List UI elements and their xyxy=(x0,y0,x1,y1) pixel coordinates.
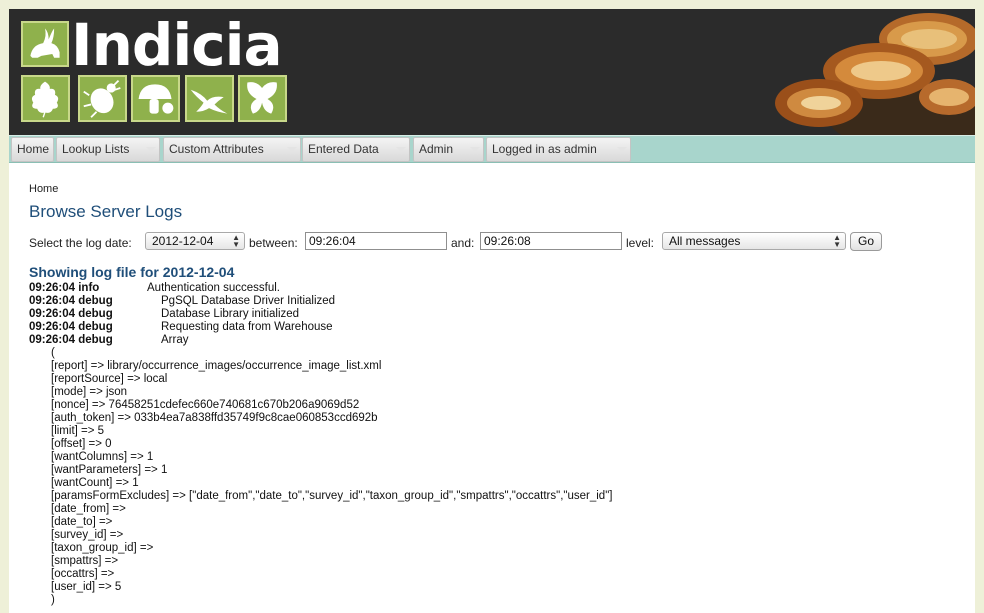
log-date-select[interactable]: 2012-12-04 ▲ ▼ xyxy=(145,232,245,250)
menu-custom-attributes-label: Custom Attributes xyxy=(169,142,264,156)
dump-line: [occattrs] => xyxy=(51,568,115,580)
dump-line: [paramsFormExcludes] => ["date_from","da… xyxy=(51,490,613,502)
hare-icon xyxy=(21,21,69,67)
select-arrows-icon: ▲ ▼ xyxy=(232,233,240,249)
dump-line: ( xyxy=(51,347,55,359)
dump-line: [wantCount] => 1 xyxy=(51,477,139,489)
time-to-input[interactable]: 09:26:08 xyxy=(480,232,622,250)
time-from-input[interactable]: 09:26:04 xyxy=(305,232,447,250)
site-header: Indicia xyxy=(9,9,975,135)
log-entry-message: Database Library initialized xyxy=(161,308,300,320)
dump-line: [wantParameters] => 1 xyxy=(51,464,168,476)
log-date-label: Select the log date: xyxy=(29,236,132,250)
fungus-photo xyxy=(759,9,975,135)
dump-line: [smpattrs] => xyxy=(51,555,119,567)
menu-logged-in-user[interactable]: Logged in as admin xyxy=(486,137,631,162)
array-dump: ( [report] => library/occurrence_images/… xyxy=(51,347,612,607)
chevron-down-icon xyxy=(146,147,156,152)
go-button[interactable]: Go xyxy=(850,232,882,251)
dump-line: [survey_id] => xyxy=(51,529,124,541)
dump-line: [reportSource] => local xyxy=(51,373,168,385)
dump-line: [taxon_group_id] => xyxy=(51,542,154,554)
log-entry-time: 09:26:04 debug xyxy=(29,295,113,307)
brand-logo[interactable]: Indicia xyxy=(71,13,283,77)
chevron-down-icon xyxy=(287,147,297,152)
log-entry-message: Authentication successful. xyxy=(147,282,280,294)
menu-admin[interactable]: Admin xyxy=(413,137,484,162)
dump-line: [nonce] => 76458251cdefec660e740681c670b… xyxy=(51,399,360,411)
menu-lookup-lists[interactable]: Lookup Lists xyxy=(56,137,160,162)
menu-entered-data-label: Entered Data xyxy=(308,142,379,156)
oak-leaf-icon xyxy=(21,75,70,122)
dump-line: [user_id] => 5 xyxy=(51,581,122,593)
log-heading: Showing log file for 2012-12-04 xyxy=(29,264,235,280)
dump-line: [date_from] => xyxy=(51,503,126,515)
menu-home-label: Home xyxy=(17,142,50,156)
menu-logged-in-user-label: Logged in as admin xyxy=(492,142,597,156)
menu-custom-attributes[interactable]: Custom Attributes xyxy=(163,137,301,162)
between-label: between: xyxy=(249,236,298,250)
log-filter-form: Select the log date: 2012-12-04 ▲ ▼ betwe… xyxy=(29,232,969,254)
level-label: level: xyxy=(626,236,655,250)
chevron-down-icon xyxy=(470,147,480,152)
select-arrows-icon: ▲ ▼ xyxy=(833,233,841,249)
log-entry-message: PgSQL Database Driver Initialized xyxy=(161,295,336,307)
dump-line: [mode] => json xyxy=(51,386,128,398)
level-value: All messages xyxy=(669,234,741,248)
dump-line: [wantColumns] => 1 xyxy=(51,451,154,463)
log-entry-time: 09:26:04 debug xyxy=(29,321,113,333)
log-entry-time: 09:26:04 info xyxy=(29,282,100,294)
menu-entered-data[interactable]: Entered Data xyxy=(302,137,410,162)
chevron-down-icon xyxy=(396,147,406,152)
menu-lookup-lists-label: Lookup Lists xyxy=(62,142,130,156)
log-entry-time: 09:26:04 debug xyxy=(29,334,113,346)
swallow-icon xyxy=(185,75,234,122)
level-select[interactable]: All messages ▲ ▼ xyxy=(662,232,846,250)
butterfly-icon xyxy=(238,75,287,122)
beetle-icon xyxy=(78,75,127,122)
breadcrumb-home[interactable]: Home xyxy=(29,183,58,195)
dump-line: [date_to] => xyxy=(51,516,113,528)
dump-line: [limit] => 5 xyxy=(51,425,105,437)
and-label: and: xyxy=(451,236,475,250)
breadcrumb[interactable]: Home xyxy=(29,183,58,195)
dump-line: [offset] => 0 xyxy=(51,438,112,450)
main-menu: Home Lookup Lists Custom Attributes Ente… xyxy=(9,135,975,163)
log-entry-time: 09:26:04 debug xyxy=(29,308,113,320)
app-frame: Indicia Home Lookup Lists Custom Attribu… xyxy=(9,9,975,613)
log-entry-message: Array xyxy=(161,334,189,346)
mushroom-icon xyxy=(131,75,180,122)
log-date-value: 2012-12-04 xyxy=(152,234,214,248)
page-title: Browse Server Logs xyxy=(29,202,183,221)
log-entry-message: Requesting data from Warehouse xyxy=(161,321,333,333)
dump-line: [auth_token] => 033b4ea7a838ffd35749f9c8… xyxy=(51,412,378,424)
chevron-down-icon xyxy=(617,147,627,152)
menu-home[interactable]: Home xyxy=(11,137,54,162)
menu-admin-label: Admin xyxy=(419,142,454,156)
dump-line: [report] => library/occurrence_images/oc… xyxy=(51,360,382,372)
dump-line: ) xyxy=(51,594,55,606)
